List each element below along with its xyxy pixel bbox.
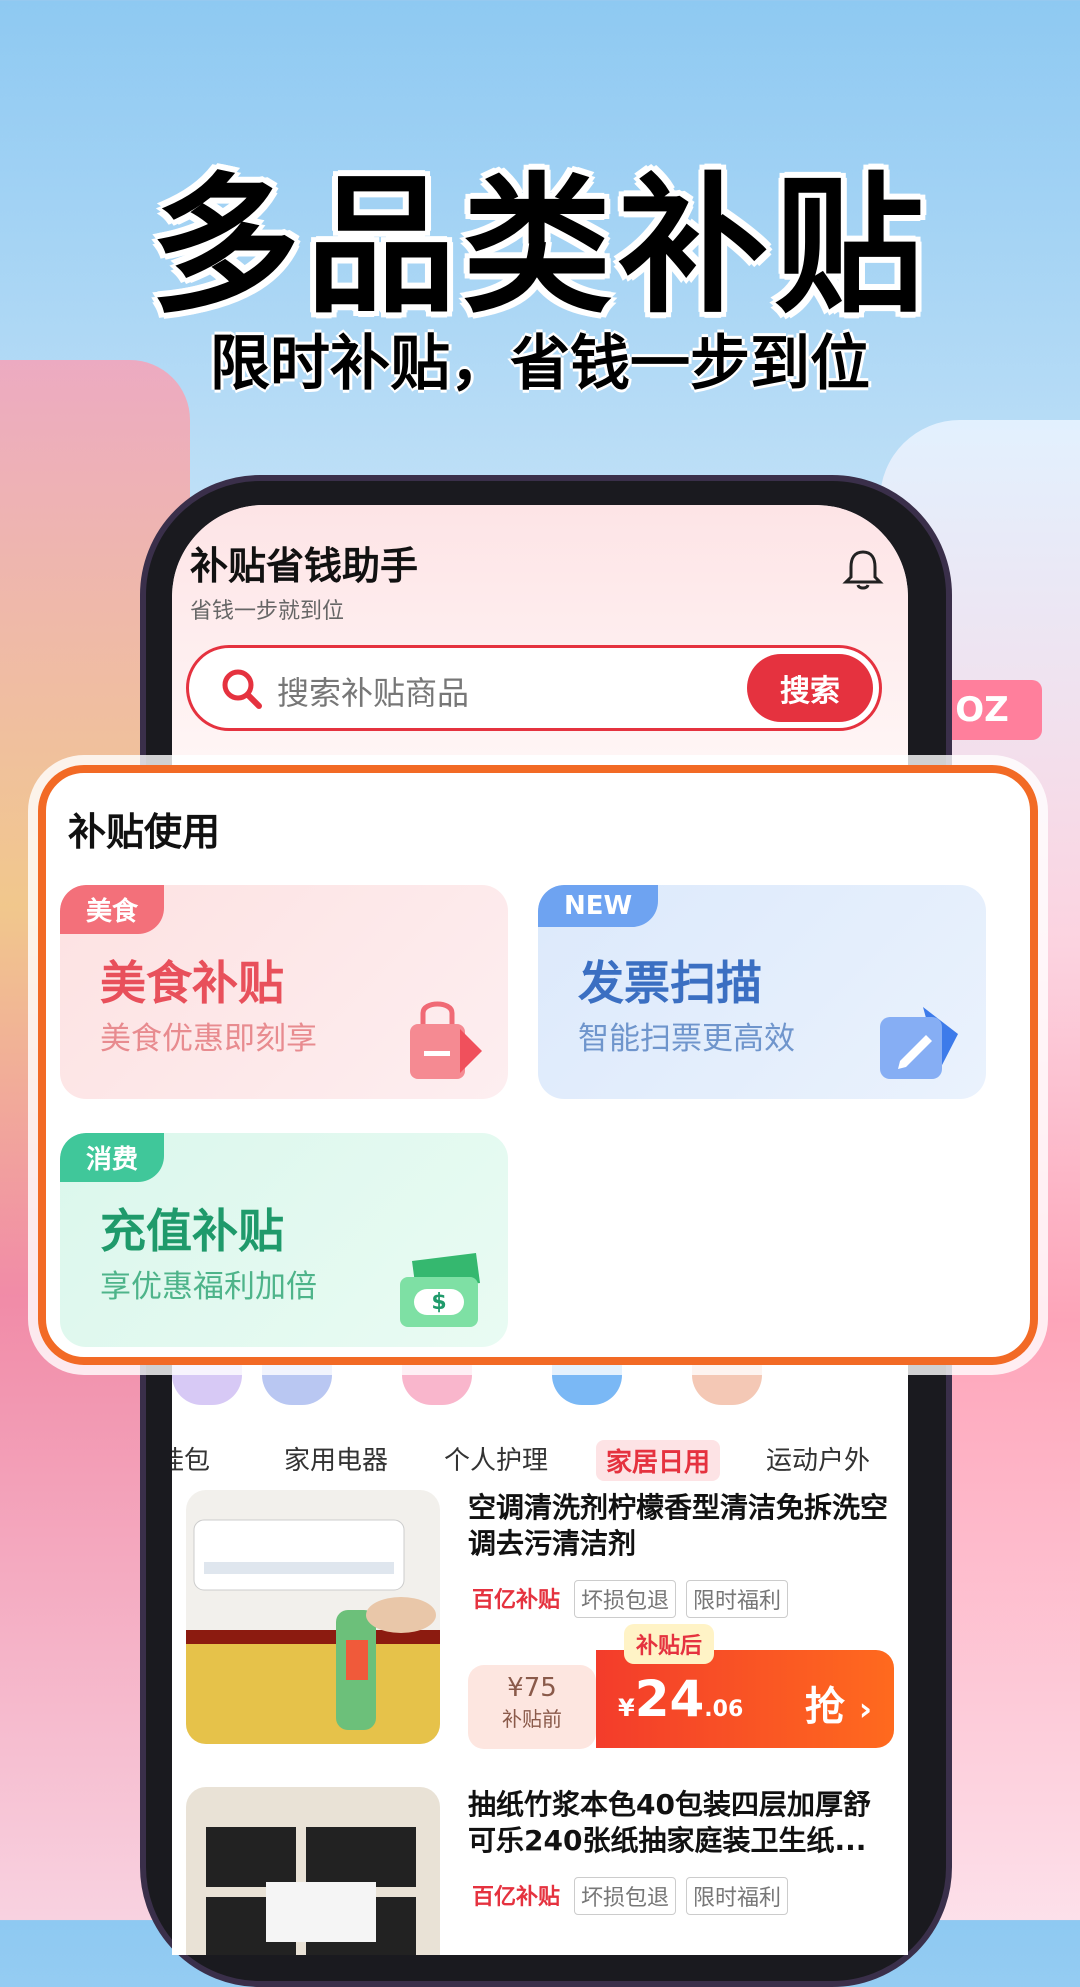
app-subtitle: 省钱一步就到位 [190, 599, 345, 624]
card-badge: 美食 [60, 885, 165, 934]
category-icon [552, 1365, 622, 1405]
card-subtitle: 智能扫票更高效 [578, 1021, 795, 1057]
subsidy-panel: 补贴使用 美食 美食补贴 美食优惠即刻享 NEW 发票扫描 智能扫票更高效 消费… [38, 765, 1038, 1365]
tag-refund: 坏损包退 [574, 1580, 677, 1618]
grab-label: 抢 › [804, 1684, 872, 1730]
tag-refund: 坏损包退 [574, 1877, 677, 1915]
product-tags: 百亿补贴 坏损包退 限时福利 [468, 1580, 789, 1618]
grab-button[interactable]: 补贴后 ¥24.06 抢 › [596, 1624, 894, 1748]
tag-limited: 限时福利 [686, 1580, 789, 1618]
category-item[interactable]: 挂包 [172, 1440, 210, 1477]
product-title: 空调清洗剂柠檬香型清洁免拆洗空调去污清洁剂 [468, 1491, 889, 1560]
category-item[interactable]: 家用电器 [284, 1440, 388, 1477]
subheadline: 限时补贴，省钱一步到位 [210, 329, 870, 399]
product-image[interactable] [186, 1490, 440, 1744]
tag-subsidy: 百亿补贴 [472, 1588, 561, 1613]
card-badge: NEW [538, 885, 659, 927]
search-button[interactable]: 搜索 [747, 654, 873, 722]
card-title: 美食补贴 [100, 956, 284, 1010]
card-badge: 消费 [60, 1133, 165, 1182]
card-invoice-scan[interactable]: NEW 发票扫描 智能扫票更高效 [538, 885, 986, 1099]
card-recharge-subsidy[interactable]: 消费 充值补贴 享优惠福利加倍 $ [60, 1133, 508, 1347]
price-before-label: 补贴前 [502, 1707, 562, 1731]
panel-title: 补贴使用 [68, 810, 221, 854]
category-bar: 挂包 家用电器 个人护理 家居日用 运动户外 [172, 1365, 908, 1485]
category-item[interactable]: 个人护理 [444, 1440, 548, 1477]
search-input[interactable]: 搜索补贴商品 [277, 668, 469, 714]
category-icon [172, 1365, 242, 1405]
chevron-right-icon: › [858, 1690, 872, 1728]
money-icon: $ [400, 1253, 480, 1327]
product-card[interactable]: 空调清洗剂柠檬香型清洁免拆洗空调去污清洁剂 百亿补贴 坏损包退 限时福利 ¥75… [186, 1490, 894, 1760]
price-after: ¥24.06 [618, 1670, 744, 1728]
card-subtitle: 享优惠福利加倍 [100, 1269, 317, 1305]
search-icon [222, 669, 262, 709]
category-icon [692, 1365, 762, 1405]
card-food-subsidy[interactable]: 美食 美食补贴 美食优惠即刻享 [60, 885, 508, 1099]
category-icon [262, 1365, 332, 1405]
headline: 多品类补贴 [149, 160, 930, 334]
price-before-value: ¥75 [507, 1673, 557, 1703]
card-title: 发票扫描 [578, 956, 762, 1010]
category-icon [402, 1365, 472, 1405]
category-item-active[interactable]: 家居日用 [596, 1440, 721, 1481]
shopping-bag-icon [410, 1001, 482, 1079]
price-after-badge: 补贴后 [624, 1624, 715, 1664]
price-before: ¥75 补贴前 [468, 1665, 596, 1749]
product-image[interactable] [186, 1787, 440, 1955]
card-subtitle: 美食优惠即刻享 [100, 1021, 317, 1057]
svg-text:$: $ [431, 1290, 446, 1315]
edit-pen-icon [880, 1007, 958, 1079]
card-title: 充值补贴 [100, 1204, 284, 1258]
search-bar[interactable]: 搜索补贴商品 搜索 [186, 645, 882, 731]
tag-subsidy: 百亿补贴 [472, 1885, 561, 1910]
product-card[interactable]: 抽纸竹浆本色40包装四层加厚舒可乐240张纸抽家庭装卫生纸... 百亿补贴 坏损… [186, 1787, 894, 1955]
category-item[interactable]: 运动户外 [766, 1440, 870, 1477]
bell-icon[interactable] [840, 547, 886, 593]
product-title: 抽纸竹浆本色40包装四层加厚舒可乐240张纸抽家庭装卫生纸... [468, 1788, 871, 1857]
tag-limited: 限时福利 [686, 1877, 789, 1915]
product-tags: 百亿补贴 坏损包退 限时福利 [468, 1877, 789, 1915]
app-title: 补贴省钱助手 [190, 544, 419, 588]
